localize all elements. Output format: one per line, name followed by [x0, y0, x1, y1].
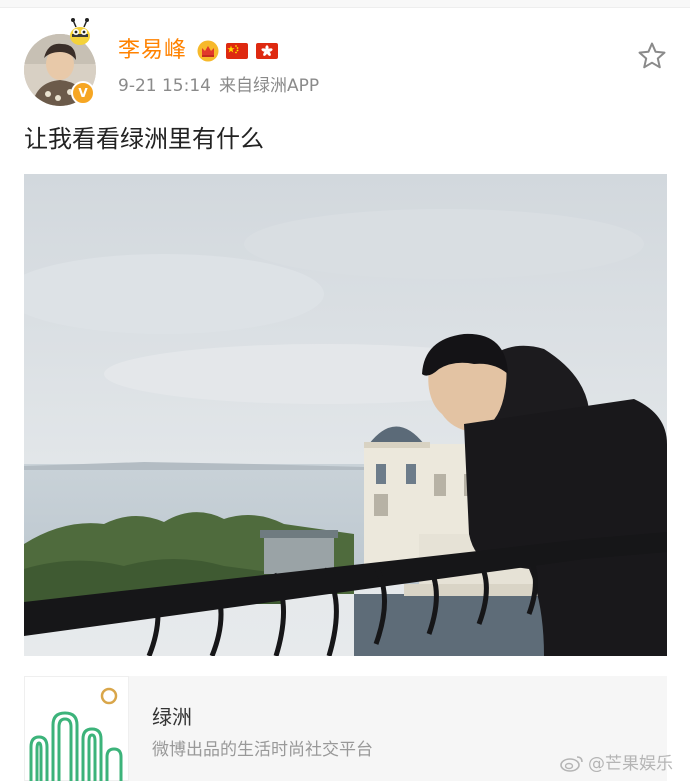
oasis-logo-icon — [24, 676, 129, 781]
post-photo[interactable] — [24, 174, 667, 656]
verified-badge-icon: V — [71, 81, 95, 105]
post-time: 9-21 15:14 — [118, 76, 211, 96]
china-flag-icon — [226, 43, 248, 59]
card-subtitle: 微博出品的生活时尚社交平台 — [152, 740, 373, 760]
card-title: 绿洲 — [152, 705, 192, 729]
verified-badge-label: V — [78, 86, 88, 100]
author-name[interactable]: 李易峰 — [118, 36, 187, 66]
post-text: 让我看看绿洲里有什么 — [24, 125, 264, 153]
bee-mascot-icon — [70, 18, 90, 45]
top-divider — [0, 0, 690, 8]
post-meta: 9-21 15:14 来自绿洲APP — [118, 74, 319, 98]
star-outline-icon[interactable] — [636, 40, 668, 72]
crown-icon — [197, 40, 219, 62]
watermark-text: @芒果娱乐 — [588, 754, 673, 774]
watermark: @芒果娱乐 — [560, 752, 673, 776]
hong-kong-flag-icon — [256, 43, 278, 59]
weibo-logo-icon — [560, 756, 583, 772]
post-source[interactable]: 来自绿洲APP — [219, 76, 319, 96]
